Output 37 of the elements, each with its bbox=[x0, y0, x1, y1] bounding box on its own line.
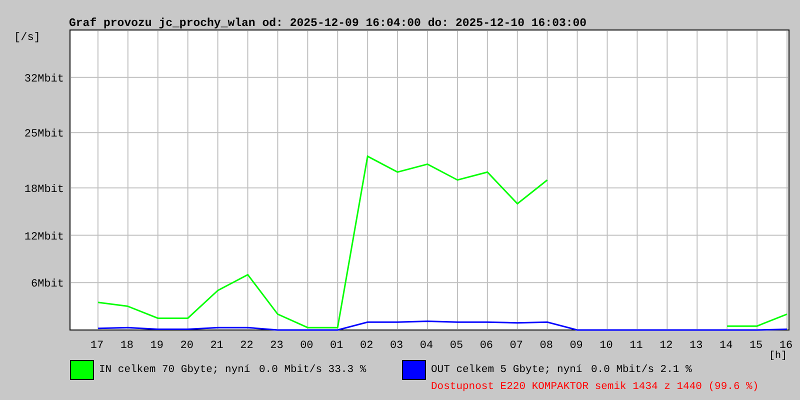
x-tick-label: 20 bbox=[180, 340, 194, 352]
x-tick-label: 06 bbox=[480, 340, 494, 352]
x-tick-label: 22 bbox=[240, 340, 254, 352]
y-axis-unit: [/s] bbox=[14, 32, 40, 44]
availability-text: Dostupnost E220 KOMPAKTOR semik 1434 z 1440 (99.6 %) bbox=[431, 381, 759, 394]
legend-label: IN celkem 70 Gbyte; nyní bbox=[99, 364, 252, 376]
x-tick-label: 17 bbox=[90, 340, 104, 352]
x-tick-label: 15 bbox=[749, 340, 763, 352]
x-tick-label: 21 bbox=[210, 340, 224, 352]
y-tick-label: 18Mbit bbox=[24, 184, 64, 196]
x-tick-label: 03 bbox=[390, 340, 404, 352]
x-tick-label: 08 bbox=[540, 340, 553, 352]
x-tick-label: 13 bbox=[690, 340, 703, 352]
x-tick-label: 05 bbox=[450, 340, 464, 352]
x-tick-label: 04 bbox=[420, 340, 434, 352]
y-tick-label: 12Mbit bbox=[24, 231, 64, 244]
x-tick-label: 12 bbox=[660, 340, 673, 352]
x-tick-label: 11 bbox=[630, 340, 643, 352]
x-tick-label: 10 bbox=[600, 340, 613, 352]
x-tick-label: 09 bbox=[570, 340, 583, 352]
x-axis-unit: [h] bbox=[769, 351, 787, 360]
y-tick-label: 25Mbit bbox=[24, 128, 64, 141]
y-tick-label: 6Mbit bbox=[30, 278, 64, 291]
legend-reading: 0.0 Mbit/s 33.3 % bbox=[259, 364, 366, 376]
x-tick-label: 02 bbox=[360, 340, 374, 352]
chart-title: Graf provozu jc_prochy_wlan od: 2025-12-09 16:04:00 do: 2025-12-10 16:03:00 bbox=[69, 17, 587, 30]
x-tick-label: 07 bbox=[510, 340, 523, 352]
legend-label: OUT celkem 5 Gbyte; nyní bbox=[431, 364, 584, 376]
x-tick-label: 00 bbox=[300, 340, 314, 352]
x-tick-label: 19 bbox=[150, 340, 164, 352]
legend-reading: 0.0 Mbit/s 2.1 % bbox=[591, 364, 692, 376]
x-tick-label: 16 bbox=[779, 340, 793, 352]
x-tick-label: 23 bbox=[270, 340, 284, 352]
x-tick-label: 01 bbox=[330, 340, 344, 352]
y-tick-label: 32Mbit bbox=[24, 73, 64, 86]
x-tick-label: 18 bbox=[120, 340, 134, 352]
x-tick-label: 14 bbox=[719, 340, 733, 352]
